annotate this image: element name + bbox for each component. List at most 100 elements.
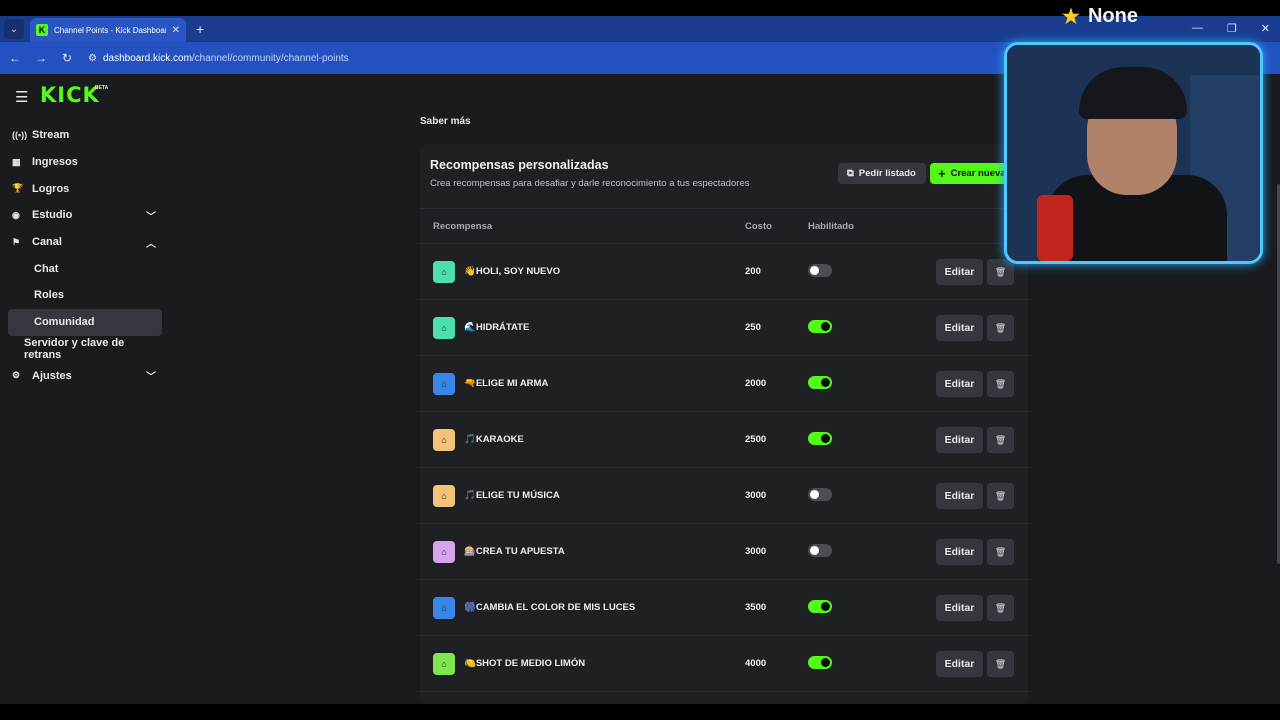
enabled-toggle[interactable]	[808, 376, 832, 389]
card-subtitle: Crea recompensas para desafiar y darle r…	[430, 178, 750, 189]
enabled-toggle[interactable]	[808, 656, 832, 669]
back-icon[interactable]: ←	[4, 51, 26, 65]
sidebar-item-canal[interactable]: ⚑ Canal ︿	[8, 229, 162, 256]
chevron-up-icon: ︿	[146, 238, 156, 250]
enabled-toggle[interactable]	[808, 432, 832, 445]
edit-button[interactable]: Editar	[936, 427, 983, 453]
reward-cost: 200	[745, 266, 761, 277]
header-cost: Costo	[745, 221, 772, 232]
overlay-label-text: None	[1087, 5, 1138, 27]
toggle-knob	[821, 602, 830, 611]
reward-chest-icon: ⌂	[433, 317, 455, 339]
edit-button[interactable]: Editar	[936, 651, 983, 677]
site-info-icon[interactable]: ⚙	[88, 53, 97, 64]
sidebar-item-ingresos[interactable]: ▦ Ingresos	[8, 149, 162, 176]
reward-name: 🎵ELIGE TU MÚSICA	[464, 490, 560, 501]
tab-search-icon[interactable]: ⌄	[4, 19, 24, 39]
sidebar-item-roles[interactable]: Roles	[8, 282, 162, 309]
sidebar-item-chat[interactable]: Chat	[8, 255, 162, 282]
close-window-icon[interactable]: ✕	[1261, 22, 1270, 35]
table-row: ⌂ 🌊HIDRÁTATE 250 Editar 🗑	[420, 300, 1028, 356]
delete-button[interactable]: 🗑	[987, 651, 1014, 677]
sidebar-item-ajustes[interactable]: ⚙ Ajustes ﹀	[8, 362, 162, 389]
reload-icon[interactable]: ↻	[56, 51, 78, 65]
table-row: ⌂ 🎵KARAOKE 2500 Editar 🗑	[420, 412, 1028, 468]
delete-button[interactable]: 🗑	[987, 371, 1014, 397]
reward-chest-icon: ⌂	[433, 597, 455, 619]
header-enabled: Habilitado	[808, 221, 854, 232]
forward-icon[interactable]: →	[30, 51, 52, 65]
enabled-toggle[interactable]	[808, 264, 832, 277]
edit-button[interactable]: Editar	[936, 483, 983, 509]
table-header: Recompensa Costo Habilitado	[420, 208, 1028, 244]
enabled-toggle[interactable]	[808, 320, 832, 333]
sidebar-item-comunidad[interactable]: Comunidad	[8, 308, 162, 336]
edit-button[interactable]: Editar	[936, 539, 983, 565]
reward-chest-icon: ⌂	[433, 429, 455, 451]
delete-button[interactable]: 🗑	[987, 595, 1014, 621]
request-list-button[interactable]: ⧉ Pedir listado	[838, 163, 926, 184]
trash-icon: 🗑	[994, 658, 1007, 669]
toggle-knob	[810, 490, 819, 499]
trash-icon: 🗑	[994, 322, 1007, 333]
table-row: ⌂ 🎵ELIGE TU MÚSICA 3000 Editar 🗑	[420, 468, 1028, 524]
enabled-toggle[interactable]	[808, 600, 832, 613]
sidebar-item-stream[interactable]: ((•)) Stream	[8, 122, 162, 149]
browser-tab[interactable]: K Channel Points - Kick Dashboar ✕	[30, 18, 186, 42]
settings-icon: ⚙	[12, 370, 21, 381]
new-tab-icon[interactable]: +	[196, 21, 204, 37]
reward-name: 🎆CAMBIA EL COLOR DE MIS LUCES	[464, 602, 636, 613]
chevron-down-icon: ﹀	[146, 211, 156, 223]
external-link-icon: ⧉	[847, 168, 854, 179]
sidebar-item-label: Stream	[32, 129, 70, 142]
trash-icon: 🗑	[994, 490, 1007, 501]
table-row: ⌂ 🍋SHOT DE MEDIO LIMÓN 4000 Editar 🗑	[420, 636, 1028, 692]
trash-icon: 🗑	[994, 266, 1007, 277]
edit-button[interactable]: Editar	[936, 371, 983, 397]
enabled-toggle[interactable]	[808, 488, 832, 501]
delete-button[interactable]: 🗑	[987, 539, 1014, 565]
reward-cost: 2500	[745, 434, 767, 445]
url-domain: dashboard.kick.com	[102, 52, 192, 64]
reward-name: 🎰CREA TU APUESTA	[464, 546, 565, 557]
delete-button[interactable]: 🗑	[987, 483, 1014, 509]
reward-cost: 3500	[745, 602, 767, 613]
delete-button[interactable]: 🗑	[987, 427, 1014, 453]
plus-icon: +	[938, 166, 946, 181]
star-icon: ★	[1062, 6, 1080, 28]
sidebar-item-label: Logros	[32, 182, 70, 195]
sidebar-item-estudio[interactable]: ◉ Estudio ﹀	[8, 202, 162, 229]
table-row: ⌂ 🎰CREA TU APUESTA 3000 Editar 🗑	[420, 524, 1028, 580]
edit-button[interactable]: Editar	[936, 595, 983, 621]
url-field[interactable]: ⚙ dashboard.kick.com/channel/community/c…	[88, 53, 349, 64]
sidebar-item-servidor[interactable]: Servidor y clave de retrans	[8, 336, 162, 363]
table-row: ⌂ 🎆CAMBIA EL COLOR DE MIS LUCES 3500 Edi…	[420, 580, 1028, 636]
reward-chest-icon: ⌂	[433, 541, 455, 563]
kick-logo[interactable]: KICK	[40, 83, 100, 107]
delete-button[interactable]: 🗑	[987, 259, 1014, 285]
edit-button[interactable]: Editar	[936, 315, 983, 341]
learn-more-link[interactable]: Saber más	[420, 116, 471, 127]
restore-icon[interactable]: ❐	[1227, 22, 1237, 35]
enabled-toggle[interactable]	[808, 544, 832, 557]
close-tab-icon[interactable]: ✕	[172, 25, 180, 36]
reward-chest-icon: ⌂	[433, 261, 455, 283]
revenue-icon: ▦	[12, 156, 21, 167]
toggle-knob	[821, 378, 830, 387]
toggle-knob	[821, 434, 830, 443]
menu-icon[interactable]: ☰	[15, 88, 28, 106]
minimize-icon[interactable]: —	[1192, 22, 1203, 35]
sidebar-item-logros[interactable]: 🏆 Logros	[8, 175, 162, 202]
reward-name: 🔫ELIGE MI ARMA	[464, 378, 549, 389]
kick-favicon-icon: K	[36, 24, 48, 36]
trash-icon: 🗑	[994, 378, 1007, 389]
sidebar-item-label: Canal	[32, 236, 62, 249]
toggle-knob	[821, 322, 830, 331]
sidebar-item-label: Roles	[34, 289, 64, 302]
table-row: ⌂ 👋HOLI, SOY NUEVO 200 Editar 🗑	[420, 244, 1028, 300]
edit-button[interactable]: Editar	[936, 259, 983, 285]
delete-button[interactable]: 🗑	[987, 315, 1014, 341]
tab-title: Channel Points - Kick Dashboar	[54, 25, 166, 35]
table-row: ⌂ 🔫ELIGE MI ARMA 2000 Editar 🗑	[420, 356, 1028, 412]
sidebar-item-label: Ajustes	[32, 369, 72, 382]
